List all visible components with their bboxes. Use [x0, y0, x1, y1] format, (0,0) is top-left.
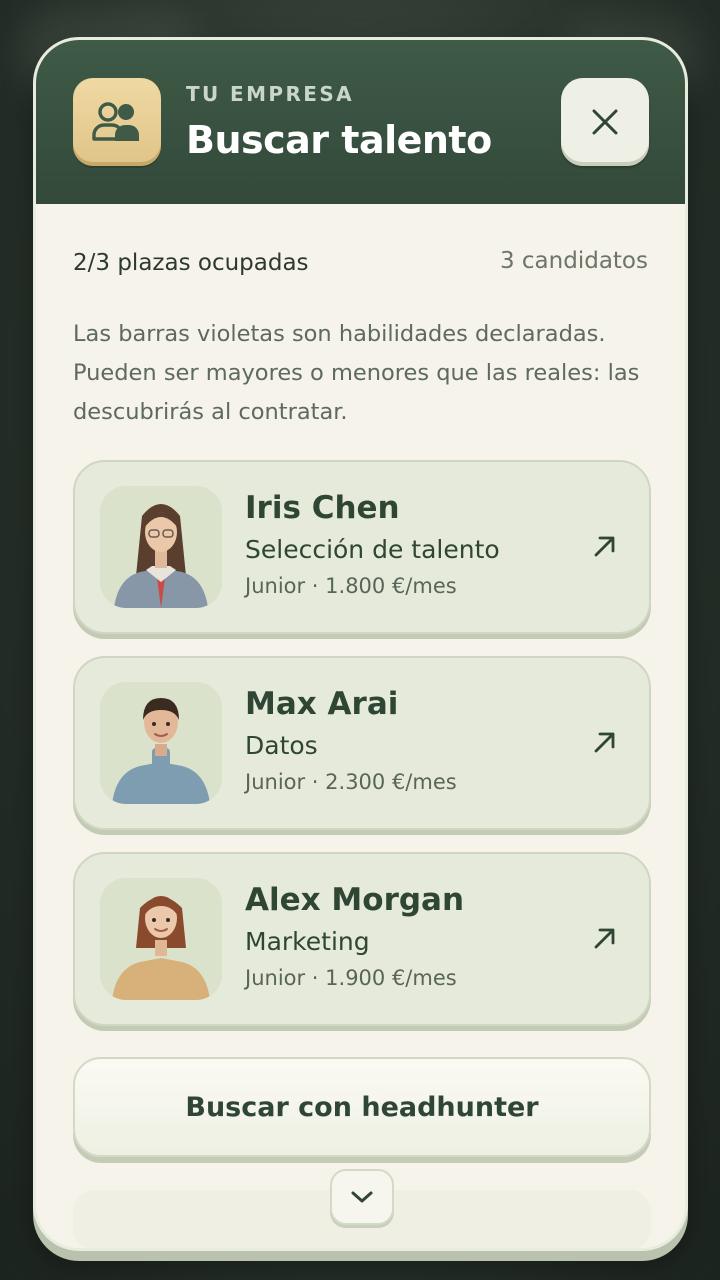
page-title: Buscar talento — [186, 118, 492, 162]
arrow-up-right-icon — [594, 732, 615, 753]
arrow-up-right-icon — [594, 928, 615, 949]
candidate-meta: Junior · 1.800 €/mes — [245, 574, 457, 598]
avatar — [100, 486, 222, 608]
chevron-down-icon — [351, 1191, 373, 1203]
close-icon — [592, 109, 618, 135]
candidate-name: Max Arai — [245, 686, 399, 722]
candidate-role: Datos — [245, 731, 318, 760]
candidate-meta: Junior · 2.300 €/mes — [245, 770, 457, 794]
candidate-card[interactable]: Iris Chen Selección de talento Junior · … — [73, 460, 651, 634]
slots-status: 2/3 plazas ocupadas — [73, 250, 309, 276]
candidate-role: Selección de talento — [245, 535, 500, 564]
scroll-down-button[interactable] — [330, 1169, 394, 1225]
candidate-count: 3 candidatos — [499, 248, 648, 274]
people-icon — [73, 78, 161, 166]
candidate-name: Iris Chen — [245, 490, 400, 526]
headhunter-button[interactable]: Buscar con headhunter — [73, 1057, 651, 1157]
header-kicker: TU EMPRESA — [186, 82, 355, 106]
modal-header: TU EMPRESA Buscar talento — [36, 40, 685, 204]
avatar — [100, 878, 222, 1000]
skills-hint: Las barras violetas son habilidades decl… — [73, 321, 640, 425]
candidate-meta: Junior · 1.900 €/mes — [245, 966, 457, 990]
candidate-card[interactable]: Max Arai Datos Junior · 2.300 €/mes — [73, 656, 651, 830]
avatar — [100, 682, 222, 804]
talent-modal: TU EMPRESA Buscar talento 2/3 plazas ocu… — [33, 37, 688, 1251]
candidate-name: Alex Morgan — [245, 882, 465, 918]
candidate-card[interactable]: Alex Morgan Marketing Junior · 1.900 €/m… — [73, 852, 651, 1026]
close-button[interactable] — [561, 78, 649, 166]
candidate-role: Marketing — [245, 927, 370, 956]
arrow-up-right-icon — [594, 536, 615, 557]
